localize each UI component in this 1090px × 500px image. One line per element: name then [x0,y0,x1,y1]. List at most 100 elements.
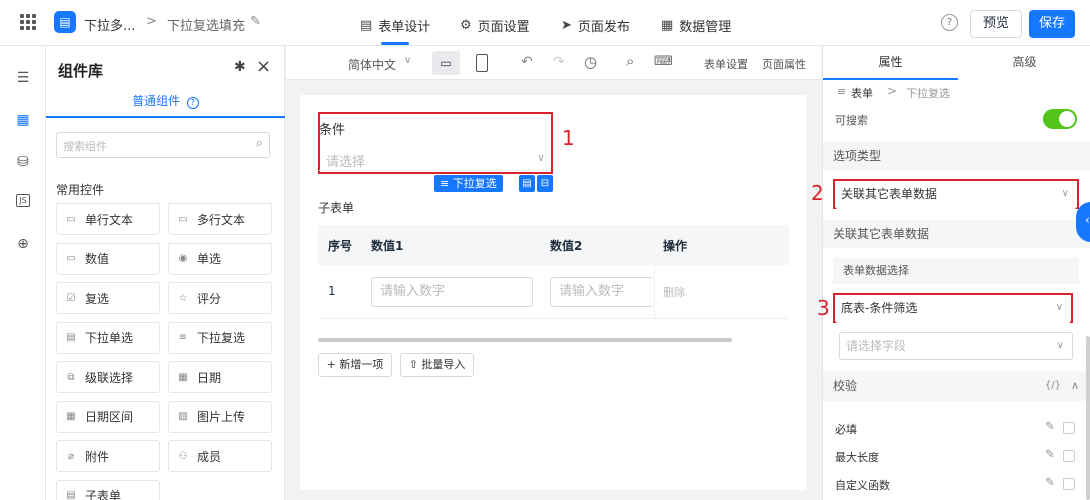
component-item[interactable]: ⌀ 附件 [56,440,160,472]
field-select[interactable]: 请选择字段 ∨ [839,332,1073,360]
annotation-number-2: 2 [811,181,824,205]
tab-data-management[interactable]: ▦ 数据管理 [661,16,731,35]
rule-checkbox[interactable] [1063,450,1075,462]
code-icon[interactable]: {/} [1045,371,1061,401]
redo-icon[interactable]: ↷ [553,54,565,70]
validation-label: 校验 [833,379,858,393]
keyboard-icon[interactable]: ⌨ [654,54,673,69]
desktop-view-icon[interactable]: ▭ [432,51,460,75]
component-label: 评分 [197,291,222,306]
component-library: 组件库 ✱ × 普通组件 ? 搜索组件 ⌕ 常用控件 ▭ 单行文本 ▭ 多行文本 ▭ 数值… [46,46,285,500]
field-label: 条件 [319,123,346,138]
search-icon[interactable]: ⌕ [626,52,634,70]
rule-checkbox[interactable] [1063,478,1075,490]
tab-properties[interactable]: 属性 [823,46,958,80]
component-label: 日期区间 [85,410,134,424]
component-label: 下拉复选 [197,331,246,345]
col-header: 操作 [663,239,688,253]
delete-icon[interactable]: ⊟ [537,175,553,192]
top-bar: ▤ 下拉多... > 下拉复选填充 ✎ ▤ 表单设计 ⚙ 页面设置 ➤ 页面发布… [0,0,1090,46]
form-data-select-label: 表单数据选择 [833,258,1079,284]
search-placeholder: 搜索组件 [63,140,107,153]
undo-icon[interactable]: ↶ [521,54,533,70]
help-icon[interactable]: ? [941,14,958,31]
database-icon[interactable]: ⛁ [13,152,33,172]
active-tab-indicator [381,42,409,45]
chevron-left-icon: ‹ [1085,213,1090,227]
component-item[interactable]: ▭ 数值 [56,242,160,275]
component-item[interactable]: ⧉ 级联选择 [56,361,160,393]
app-icon: ▤ [54,11,76,33]
settings-icon: ⚙ [460,18,472,33]
edit-icon[interactable]: ✎ [1045,447,1055,461]
component-item[interactable]: ◉ 单选 [168,242,272,275]
components-icon[interactable]: ▦ [13,110,33,130]
searchable-toggle[interactable] [1043,109,1077,129]
upload-icon: ⇧ [408,358,422,371]
chevron-up-icon[interactable]: ∧ [1071,371,1079,401]
copy-icon[interactable]: ▤ [519,175,535,192]
globe-icon[interactable]: ⊕ [13,234,33,254]
preview-button[interactable]: 预览 [970,10,1022,38]
close-icon[interactable]: × [256,56,271,77]
component-item[interactable]: ▤ 子表单 [56,479,160,500]
component-label: 子表单 [85,489,122,500]
component-item[interactable]: ▭ 单行文本 [56,203,160,235]
form-settings-link[interactable]: 表单设置 [704,56,748,72]
component-label: 多行文本 [197,212,246,227]
component-item[interactable]: ▭ 多行文本 [168,203,272,235]
row-delete[interactable]: 删除 [663,284,685,300]
tab-page-publish[interactable]: ➤ 页面发布 [561,16,630,35]
component-item[interactable]: ▨ 图片上传 [168,400,272,433]
edit-icon[interactable]: ✎ [1045,475,1055,489]
collapse-handle[interactable]: ‹ [1076,202,1090,242]
component-item[interactable]: ☑ 复选 [56,282,160,314]
option-type-select[interactable]: 关联其它表单数据 ∨ [835,181,1077,209]
tab-form-design[interactable]: ▤ 表单设计 [360,16,430,35]
crumb-form[interactable]: 表单 [851,85,873,101]
component-item[interactable]: ⚇ 成员 [168,440,272,472]
tab-advanced[interactable]: 高级 [958,46,1090,80]
outline-icon[interactable]: ☰ [13,68,33,88]
app-name[interactable]: 下拉多... [84,15,135,34]
validation-section[interactable]: 校验 {/} ∧ [823,371,1090,401]
pin-icon[interactable]: ✱ [234,59,246,75]
js-icon[interactable]: JS [16,194,30,207]
chevron-down-icon: ∨ [404,55,412,66]
table-header: 序号 数值1 数值2 操作 [318,225,789,265]
add-row-button[interactable]: + 新增一项 [318,353,392,377]
component-item[interactable]: ▦ 日期区间 [56,400,160,433]
edit-icon[interactable]: ✎ [250,14,261,29]
mobile-view-icon[interactable] [476,54,488,72]
section-label: 常用控件 [56,183,105,197]
number-input-2[interactable]: 请输入数字 [550,277,654,307]
selected-field-tag[interactable]: ≡ 下拉复选 [434,175,503,192]
language-select[interactable]: 简体中文 [348,56,396,73]
table-icon: ▦ [661,18,674,33]
page-props-link[interactable]: 页面属性 [762,56,806,72]
row-index: 1 [328,284,336,298]
number-input-1[interactable]: 请输入数字 [371,277,533,307]
batch-import-button[interactable]: ⇧ 批量导入 [400,353,474,377]
rule-label: 最大长度 [835,451,879,464]
dropdown-placeholder: 请选择 [326,155,366,170]
tab-page-settings[interactable]: ⚙ 页面设置 [460,16,530,35]
horizontal-scrollbar[interactable] [318,338,732,342]
edit-icon[interactable]: ✎ [1045,419,1055,433]
history-icon[interactable]: ◷ [584,53,597,71]
save-button[interactable]: 保存 [1029,10,1075,38]
panel-scrollbar[interactable] [1086,336,1090,500]
component-item[interactable]: ≡ 下拉复选 [168,321,272,354]
tab-common-components[interactable]: 普通组件 ? [46,92,285,118]
component-search[interactable]: 搜索组件 ⌕ [56,132,270,158]
apps-grid-icon[interactable] [20,14,36,30]
form-data-select[interactable]: 底表-条件筛选 ∨ [835,295,1071,323]
publish-icon: ➤ [561,18,572,33]
validation-rule: 必填 ✎ [823,417,1090,441]
component-item[interactable]: ☆ 评分 [168,282,272,314]
dropdown-field[interactable]: 请选择 ∨ [319,147,551,171]
component-item[interactable]: ▤ 下拉单选 [56,321,160,354]
component-item[interactable]: ▦ 日期 [168,361,272,393]
rule-checkbox[interactable] [1063,422,1075,434]
tab-label: 页面发布 [577,20,630,35]
